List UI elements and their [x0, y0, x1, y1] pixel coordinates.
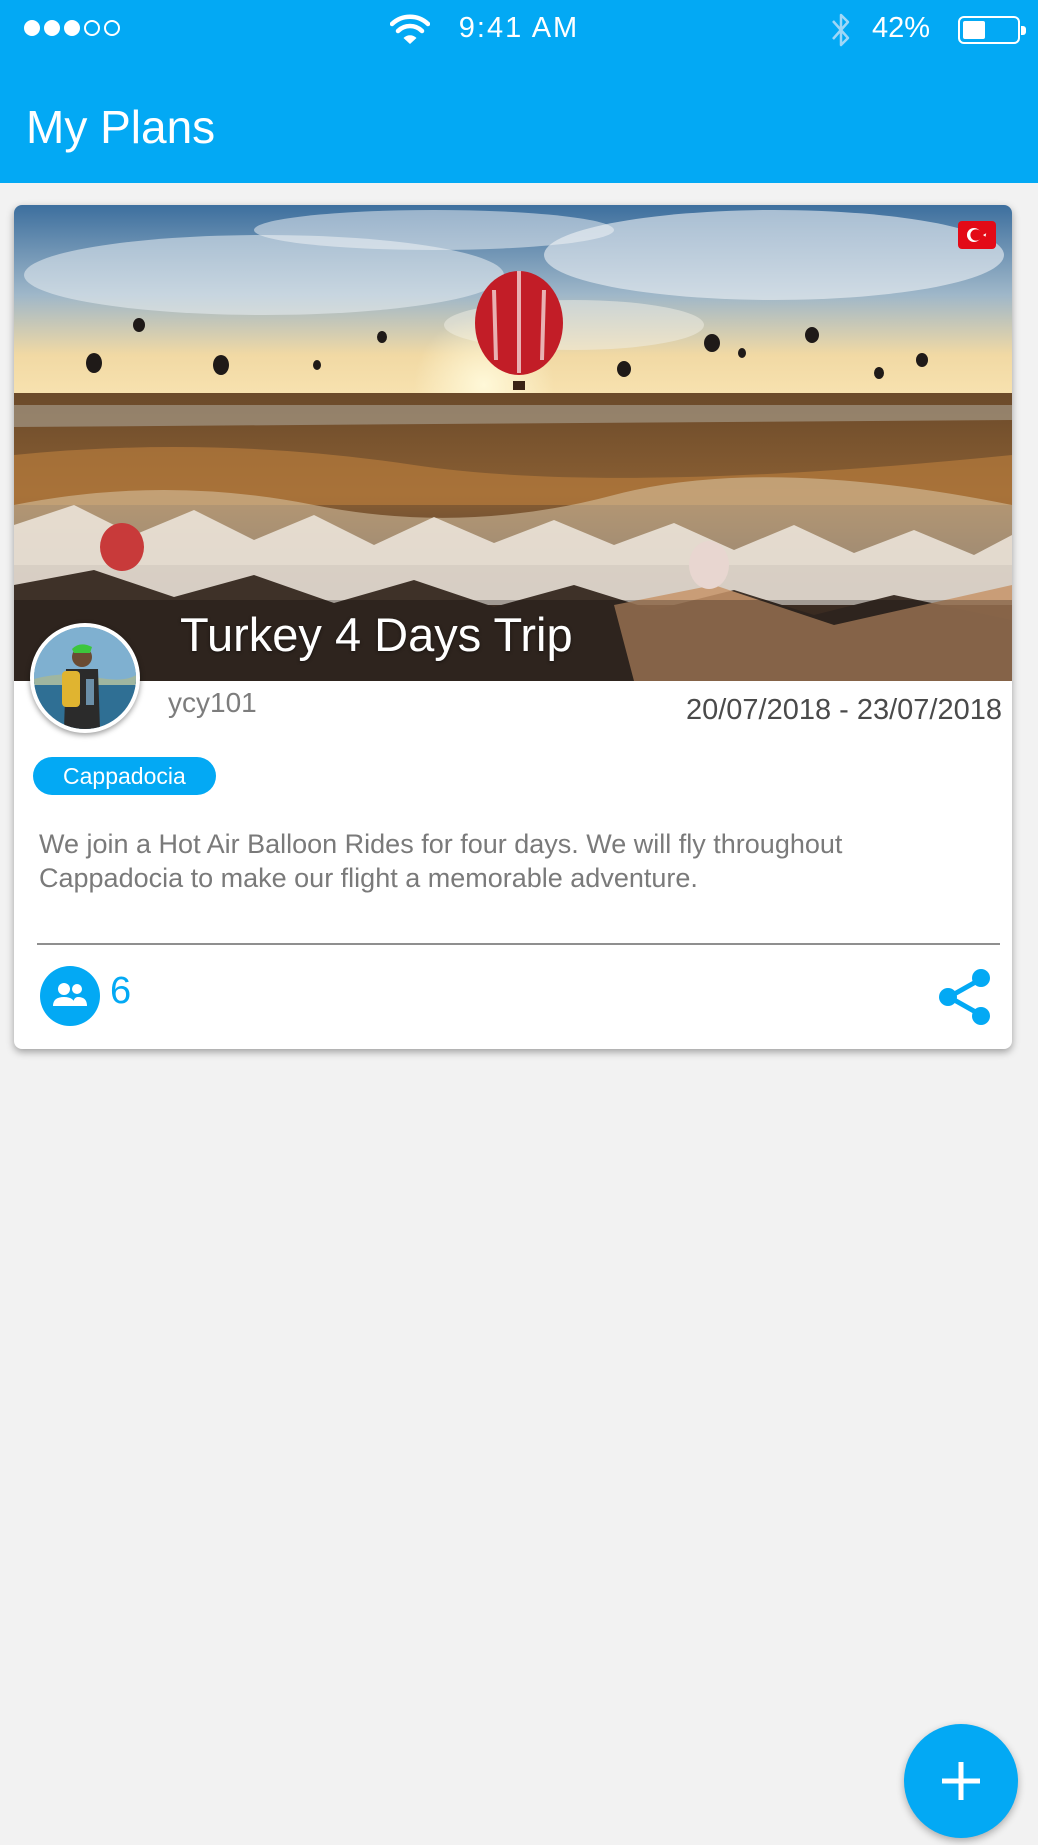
plan-card[interactable]: Turkey 4 Days Trip ycy101 20/07/2018 - 2…: [14, 205, 1012, 1049]
page-title: My Plans: [26, 101, 216, 153]
avatar-photo: [34, 627, 136, 729]
add-plan-button[interactable]: [904, 1724, 1018, 1838]
plus-icon: [942, 1762, 980, 1800]
user-avatar[interactable]: [30, 623, 140, 733]
location-tag-chip[interactable]: Cappadocia: [33, 757, 216, 795]
share-icon[interactable]: [937, 967, 993, 1027]
app-bar: 9:41 AM 42% My Plans: [0, 0, 1038, 183]
battery-percentage: 42%: [872, 12, 931, 44]
people-icon[interactable]: [40, 966, 100, 1026]
participant-count[interactable]: 6: [110, 970, 131, 1013]
status-bar: 9:41 AM 42%: [0, 0, 1038, 60]
battery-level: [963, 21, 985, 39]
plan-author-username[interactable]: ycy101: [168, 687, 257, 719]
app-screen: 9:41 AM 42% My Plans Turkey 4 Days Trip …: [0, 0, 1038, 1845]
card-divider: [37, 943, 1000, 945]
battery-icon: [958, 16, 1026, 44]
plan-title: Turkey 4 Days Trip: [180, 608, 573, 661]
turkey-flag-icon: [958, 221, 996, 249]
plan-description: We join a Hot Air Balloon Rides for four…: [39, 829, 843, 893]
plan-date-range: 20/07/2018 - 23/07/2018: [685, 694, 1002, 726]
bluetooth-icon: [832, 13, 850, 47]
battery-tip: [1021, 26, 1026, 35]
